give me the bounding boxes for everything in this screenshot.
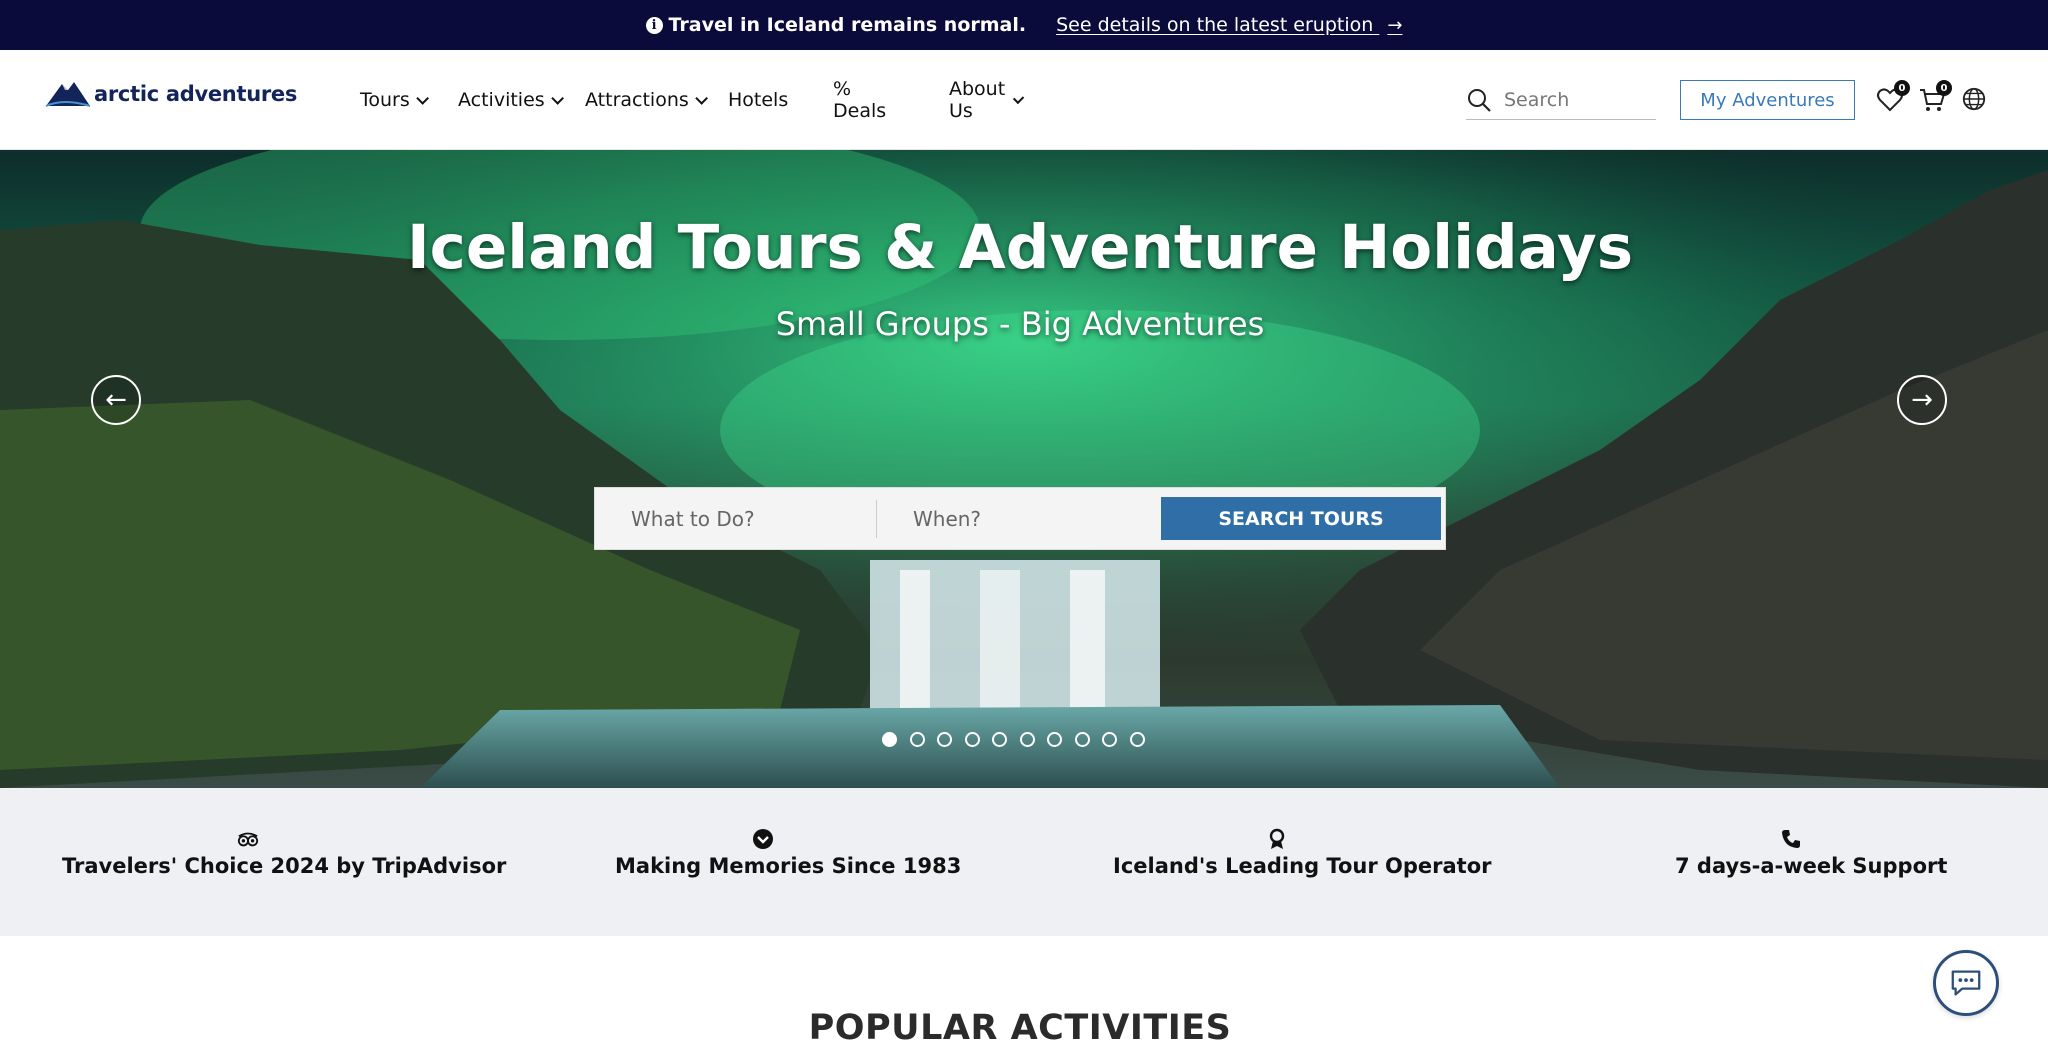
nav-activities-label: Activities [458,89,545,111]
carousel-dot[interactable] [937,732,952,747]
eruption-link-label: See details on the latest eruption [1056,14,1374,36]
carousel-dot[interactable] [992,732,1007,747]
carousel-dot[interactable] [1047,732,1062,747]
nav-tours[interactable]: Tours [360,89,429,111]
logo[interactable]: arctic adventures [44,76,297,112]
chevron-down-icon [550,91,564,105]
chat-button[interactable] [1933,950,1999,1016]
check-circle-icon [752,829,773,849]
features-strip: Travelers' Choice 2024 by TripAdvisor Ma… [0,788,2048,936]
arrow-left-icon: ← [105,385,127,415]
nav-about[interactable]: About Us [949,78,1025,122]
search-icon[interactable] [1466,87,1492,113]
logo-text: arctic adventures [94,82,298,106]
nav-hotels[interactable]: Hotels [728,89,788,111]
wishlist-button[interactable]: 0 [1876,80,1910,114]
feature-since-1983-label: Making Memories Since 1983 [615,854,962,878]
wishlist-count-badge: 0 [1894,80,1910,96]
popular-activities-heading: POPULAR ACTIVITIES [808,1008,1232,1048]
carousel-dot[interactable] [882,732,897,747]
feature-leading-operator: Iceland's Leading Tour Operator [1113,828,1492,878]
chat-icon [1951,970,1981,996]
when-date-input[interactable]: When? [877,487,1157,550]
feature-since-1983: Making Memories Since 1983 [615,828,962,878]
award-icon [1269,828,1284,849]
globe-icon [1962,87,1986,111]
nav-deals[interactable]: % Deals [833,78,886,122]
carousel-dot[interactable] [964,732,980,747]
feature-support-label: 7 days-a-week Support [1675,854,1948,878]
alert-text: Travel in Iceland remains normal. [668,14,1027,36]
nav-attractions[interactable]: Attractions [585,89,708,111]
nav-about-label: About Us [949,78,1006,122]
tripadvisor-icon [237,832,259,847]
info-icon: i [645,16,663,34]
phone-icon [1782,830,1800,848]
carousel-dot[interactable] [1074,732,1090,747]
feature-tripadvisor: Travelers' Choice 2024 by TripAdvisor [62,828,507,878]
carousel-next-button[interactable]: → [1897,375,1947,425]
carousel-dot[interactable] [1102,732,1117,747]
alert-bar: i Travel in Iceland remains normal. See … [0,0,2048,50]
chevron-down-icon [695,91,708,105]
feature-tripadvisor-label: Travelers' Choice 2024 by TripAdvisor [62,854,507,878]
hero-carousel: Iceland Tours & Adventure Holidays Small… [0,150,2048,788]
language-button[interactable] [1961,86,1989,114]
carousel-dot[interactable] [909,732,925,747]
carousel-prev-button[interactable]: ← [91,375,141,425]
nav-hotels-label: Hotels [728,89,789,111]
nav-attractions-label: Attractions [585,89,689,111]
feature-support: 7 days-a-week Support [1675,828,1948,878]
header-search [1466,80,1656,120]
carousel-dot[interactable] [1019,732,1035,747]
carousel-dot[interactable] [1129,732,1145,747]
cart-count-badge: 0 [1936,80,1952,96]
search-input[interactable] [1504,88,1644,111]
nav-deals-label: % Deals [833,78,887,122]
search-tours-button[interactable]: SEARCH TOURS [1161,497,1441,540]
site-header: arctic adventures Tours Activities Attra… [0,50,2048,150]
arrow-right-icon: → [1387,15,1403,36]
carousel-dots [882,732,1157,747]
nav-activities[interactable]: Activities [458,89,564,111]
tour-search-box: What to Do? When? SEARCH TOURS [594,487,1446,550]
cart-button[interactable]: 0 [1918,80,1952,114]
chevron-down-icon [1013,92,1025,104]
hero-title: Iceland Tours & Adventure Holidays [406,212,1634,283]
eruption-details-link[interactable]: See details on the latest eruption → [1056,14,1402,36]
mountain-logo-icon [45,82,91,107]
nav-tours-label: Tours [360,89,410,111]
what-to-do-input[interactable]: What to Do? [595,499,877,538]
chevron-down-icon [416,91,429,105]
my-adventures-button[interactable]: My Adventures [1680,80,1855,120]
feature-leading-operator-label: Iceland's Leading Tour Operator [1113,854,1492,878]
hero-subtitle: Small Groups - Big Adventures [775,305,1265,343]
arrow-right-icon: → [1911,385,1933,415]
